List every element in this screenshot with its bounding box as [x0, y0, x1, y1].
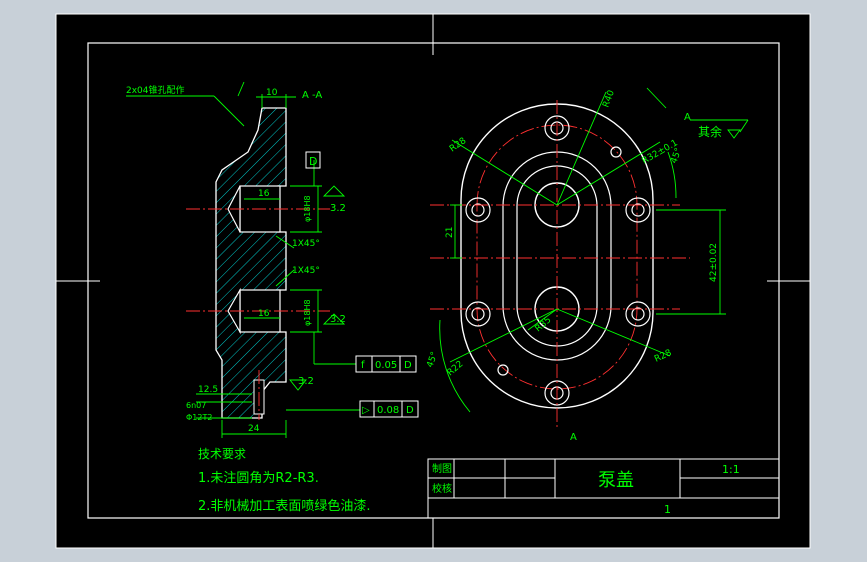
drawing-scale: 1:1: [722, 463, 740, 476]
dim-overall-width: 24: [248, 424, 260, 434]
tech-requirements-heading: 技术要求: [198, 447, 246, 461]
section-label: A -A: [302, 90, 322, 101]
thread-callout: 2x04锥孔配作: [126, 84, 185, 96]
title-drawn-label: 制图: [432, 462, 452, 475]
chamfer-top: 1X45°: [292, 239, 320, 249]
part-name: 泵盖: [598, 470, 634, 491]
tech-requirement-1: 1.未注圆角为R2-R3.: [198, 471, 319, 486]
tol1-datum: D: [404, 360, 412, 371]
dim-bore-dia-bottom: φ18H8: [303, 299, 312, 326]
dim-top-width: 10: [266, 88, 278, 98]
dim-bore-depth-bottom: 16: [258, 309, 270, 319]
dim-thread: Φ12T2: [186, 413, 212, 422]
dim-21: 21: [445, 227, 455, 238]
dim-12-5: 12.5: [198, 385, 218, 395]
view-label-bottom: A: [570, 432, 577, 443]
title-checked-label: 校核: [432, 482, 452, 495]
tol2-value: 0.08: [377, 405, 399, 416]
surface-note: 其余: [698, 124, 722, 139]
dim-6: 6n07: [186, 401, 206, 410]
dim-center: 42±0.02: [709, 243, 719, 282]
sheet-count: 1: [664, 503, 671, 516]
roughness-bottom: 3.2: [298, 376, 314, 387]
roughness-top: 3.2: [330, 203, 346, 214]
dim-bore-depth-top: 16: [258, 189, 270, 199]
view-label-right: A: [684, 112, 691, 123]
tol1-symbol: f: [361, 360, 365, 371]
tech-requirement-2: 2.非机械加工表面喷绿色油漆.: [198, 498, 371, 514]
cad-drawing-canvas: D 3.2 3.2 3.2 f 0.05 D ▷ 0.08 D 2x04锥孔配作…: [55, 13, 811, 549]
chamfer-bottom: 1X45°: [292, 266, 320, 276]
tol1-value: 0.05: [375, 360, 397, 371]
tol2-symbol: ▷: [362, 405, 370, 416]
dim-bore-dia-top: φ18H8: [303, 195, 312, 222]
roughness-mid: 3.2: [330, 314, 346, 325]
datum-label: D: [309, 155, 317, 168]
tol2-datum: D: [406, 405, 414, 416]
